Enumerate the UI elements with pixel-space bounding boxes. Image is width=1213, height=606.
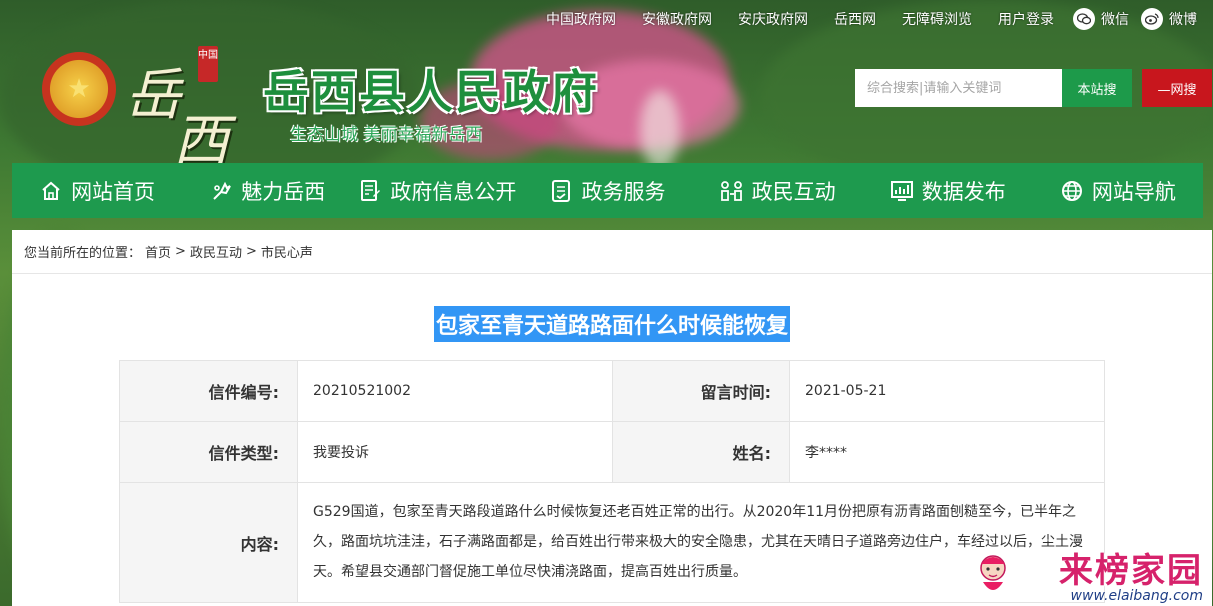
link-anhui-gov[interactable]: 安徽政府网 <box>629 9 725 29</box>
nav-label: 魅力岳西 <box>241 179 326 204</box>
red-seal: 中国 <box>198 46 218 82</box>
nav-item-home[interactable]: 网站首页 <box>12 163 182 218</box>
letter-no-label: 信件编号: <box>119 360 298 422</box>
cartoon-girl-icon <box>980 555 1006 590</box>
article-title: 包家至青天道路路面什么时候能恢复 <box>433 306 790 342</box>
weibo-icon <box>1141 8 1163 30</box>
table-row: 内容: G529国道，包家至青天路段道路什么时候恢复还老百姓正常的出行。从202… <box>119 482 1105 603</box>
site-title[interactable]: 岳西县人民政府 <box>263 56 599 122</box>
weibo-link[interactable]: 微博 <box>1135 8 1203 30</box>
article-headline: 包家至青天道路路面什么时候能恢复 <box>12 306 1212 346</box>
link-china-gov[interactable]: 中国政府网 <box>533 9 629 29</box>
top-links-bar: 中国政府网 安徽政府网 安庆政府网 岳西网 无障碍浏览 用户登录 微信 微博 <box>533 8 1203 30</box>
calligraphy-logo: 岳 西 <box>125 50 245 174</box>
message-time-label: 留言时间: <box>612 360 790 422</box>
weibo-label: 微博 <box>1169 12 1197 28</box>
nav-label: 数据发布 <box>921 179 1006 204</box>
interaction-icon <box>720 179 744 203</box>
breadcrumb-separator: > <box>175 244 186 259</box>
message-time-value: 2021-05-21 <box>789 360 1105 422</box>
letter-no-value: 20210521002 <box>297 360 613 422</box>
link-user-login[interactable]: 用户登录 <box>985 9 1067 29</box>
nav-label: 政务服务 <box>581 179 666 204</box>
nav-label: 网站导航 <box>1091 179 1176 204</box>
site-slogan: 生态山城 美丽幸福新岳西 <box>290 125 483 145</box>
content-label: 内容: <box>119 482 298 603</box>
service-icon <box>549 179 573 203</box>
breadcrumb: 您当前所在的位置： 首页 > 政民互动 > 市民心声 <box>12 230 1212 274</box>
chart-icon <box>890 179 914 203</box>
breadcrumb-citizen-voice[interactable]: 市民心声 <box>261 242 313 261</box>
letter-type-value: 我要投诉 <box>297 421 613 483</box>
search-input[interactable] <box>855 69 1062 107</box>
national-emblem-icon: ★ <box>42 52 116 126</box>
web-search-button[interactable]: —网搜 <box>1142 69 1212 107</box>
nav-item-services[interactable]: 政务服务 <box>522 163 692 218</box>
content-panel: 您当前所在的位置： 首页 > 政民互动 > 市民心声 包家至青天道路路面什么时候… <box>12 230 1212 606</box>
nav-item-sitemap[interactable]: 网站导航 <box>1033 163 1203 218</box>
watermark-url: www.elaibang.com <box>1070 588 1203 604</box>
wechat-link[interactable]: 微信 <box>1067 8 1135 30</box>
breadcrumb-home[interactable]: 首页 <box>145 242 171 261</box>
letter-info-table: 信件编号: 20210521002 留言时间: 2021-05-21 信件类型:… <box>119 360 1105 603</box>
name-value: 李**** <box>789 421 1105 483</box>
main-nav: 网站首页 魅力岳西 政府信息公开 政务服务 政民互动 数据发布 网站导航 <box>12 163 1203 218</box>
nav-item-charm[interactable]: 魅力岳西 <box>182 163 352 218</box>
breadcrumb-interaction[interactable]: 政民互动 <box>190 242 242 261</box>
name-label: 姓名: <box>612 421 790 483</box>
document-icon <box>358 179 382 203</box>
watermark: 来榜家园 www.elaibang.com <box>980 543 1203 604</box>
table-row: 信件编号: 20210521002 留言时间: 2021-05-21 <box>119 360 1105 422</box>
wechat-icon <box>1073 8 1095 30</box>
site-search-button[interactable]: 本站搜 <box>1062 69 1132 107</box>
link-accessibility[interactable]: 无障碍浏览 <box>889 9 985 29</box>
globe-icon <box>1060 179 1084 203</box>
watermark-text: 来榜家园 <box>1059 551 1203 591</box>
nav-item-data[interactable]: 数据发布 <box>863 163 1033 218</box>
flower-icon <box>209 179 233 203</box>
nav-item-gov-info[interactable]: 政府信息公开 <box>352 163 522 218</box>
nav-item-interaction[interactable]: 政民互动 <box>693 163 863 218</box>
wechat-label: 微信 <box>1101 12 1129 28</box>
breadcrumb-separator: > <box>245 244 257 259</box>
nav-label: 政民互动 <box>751 179 836 204</box>
nav-label: 政府信息公开 <box>390 179 517 204</box>
table-row: 信件类型: 我要投诉 姓名: 李**** <box>119 421 1105 483</box>
search-bar: 本站搜 —网搜 <box>855 69 1212 107</box>
nav-label: 网站首页 <box>71 179 156 204</box>
letter-type-label: 信件类型: <box>119 421 298 483</box>
home-icon <box>39 179 63 203</box>
breadcrumb-prefix: 您当前所在的位置： <box>24 246 142 261</box>
link-anqing-gov[interactable]: 安庆政府网 <box>725 9 821 29</box>
link-yuexi-net[interactable]: 岳西网 <box>821 9 889 29</box>
